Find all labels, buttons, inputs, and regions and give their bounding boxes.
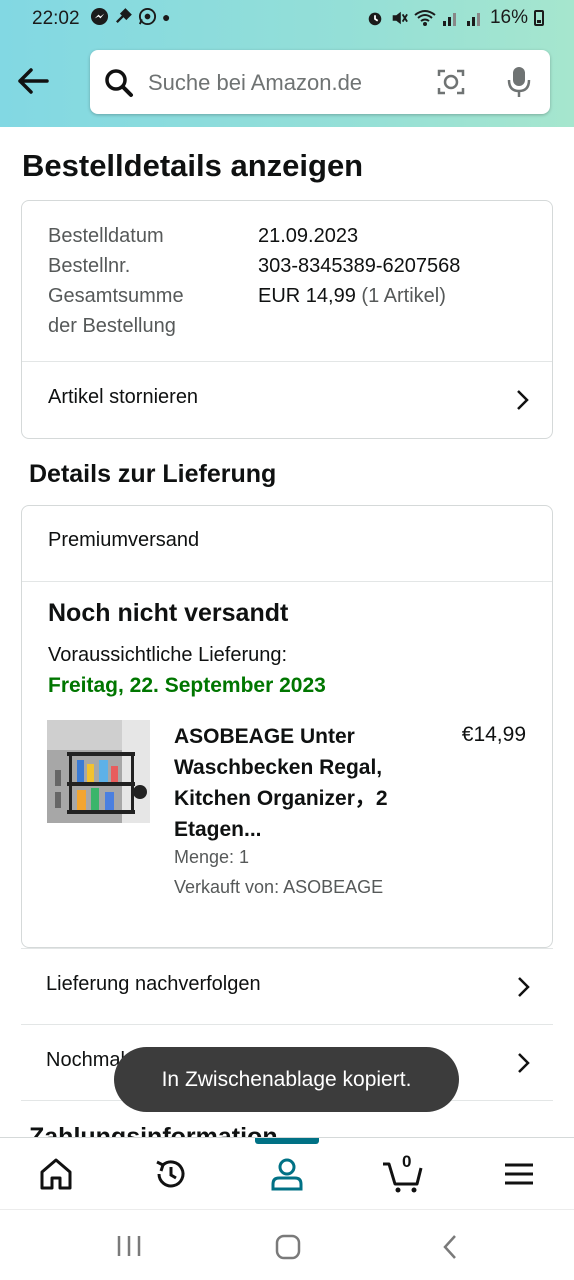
status-bar: 22:02 ● 16% <box>0 0 574 38</box>
camera-search-icon[interactable] <box>436 67 466 102</box>
status-right-icons: 16% <box>366 7 544 29</box>
clipboard-toast: In Zwischenablage kopiert. <box>114 1047 459 1112</box>
cancel-items-label: Artikel stornieren <box>48 386 199 408</box>
order-total-label-line1: Gesamtsumme <box>48 285 184 307</box>
system-navigation <box>0 1209 574 1280</box>
recent-apps-icon[interactable] <box>114 1233 144 1259</box>
microphone-icon[interactable] <box>504 65 534 104</box>
nav-account[interactable] <box>267 1154 307 1194</box>
nav-menu[interactable] <box>499 1154 539 1194</box>
search-bar[interactable]: Suche bei Amazon.de <box>90 50 550 114</box>
home-icon <box>40 1158 72 1190</box>
chevron-right-icon <box>518 1053 530 1073</box>
cancel-items-row[interactable]: Artikel stornieren <box>22 362 552 439</box>
menu-icon <box>505 1163 533 1185</box>
system-back-icon[interactable] <box>438 1233 462 1261</box>
expected-delivery-date: Freitag, 22. September 2023 <box>48 674 326 697</box>
order-total-label-line2: der Bestellung <box>48 315 176 337</box>
bottom-navigation: 0 <box>0 1137 574 1209</box>
whatsapp-icon <box>138 7 157 26</box>
back-button[interactable] <box>14 62 54 102</box>
page-title: Bestelldetails anzeigen <box>22 148 364 183</box>
history-icon <box>156 1160 185 1188</box>
home-button-icon[interactable] <box>274 1233 302 1261</box>
battery-percent: 16% <box>489 7 528 28</box>
track-delivery-row[interactable]: Lieferung nachverfolgen <box>21 948 553 1024</box>
notification-icons: ● <box>90 7 170 26</box>
expected-delivery-label: Voraussichtliche Lieferung: <box>48 644 288 666</box>
product-title-link[interactable]: ASOBEAGE Unter Waschbecken Regal, Kitche… <box>174 721 414 845</box>
delivery-section-title: Details zur Lieferung <box>29 460 277 488</box>
mute-icon <box>392 11 408 25</box>
app-header: 22:02 ● 16% Suche bei Amazon.de <box>0 0 574 127</box>
product-seller: Verkauft von: ASOBEAGE <box>174 877 384 897</box>
shipment-status: Noch nicht versandt <box>48 599 289 627</box>
product-price: €14,99 <box>461 723 526 746</box>
signal-icon <box>442 13 456 26</box>
order-date-label: Bestelldatum <box>48 225 164 247</box>
search-icon <box>104 68 134 103</box>
delivery-card: Premiumversand Noch nicht versandt Vorau… <box>21 505 553 948</box>
chevron-right-icon <box>518 977 530 997</box>
order-item-count: (1 Artikel) <box>361 285 446 307</box>
nav-cart[interactable]: 0 <box>381 1152 425 1194</box>
product-image[interactable] <box>47 720 150 823</box>
tools-icon <box>116 8 132 24</box>
nav-buy-again[interactable] <box>151 1154 191 1194</box>
account-icon <box>271 1158 303 1191</box>
product-quantity: Menge: 1 <box>174 847 250 867</box>
signal-icon-2 <box>466 13 480 26</box>
messenger-icon <box>90 7 109 26</box>
payment-section-title: Zahlungsinformation <box>29 1123 278 1138</box>
order-number-value[interactable]: 303-8345389-6207568 <box>258 251 460 281</box>
order-total-amount: EUR 14,99 <box>258 285 356 307</box>
active-tab-indicator <box>255 1138 319 1144</box>
more-notifications-dot: ● <box>162 8 171 25</box>
order-number-label: Bestellnr. <box>48 255 131 277</box>
order-summary-card: Bestelldatum 21.09.2023 Bestellnr. 303-8… <box>21 200 553 439</box>
battery-icon <box>534 10 544 26</box>
search-input[interactable]: Suche bei Amazon.de <box>148 70 362 96</box>
back-arrow-icon <box>18 68 49 94</box>
alarm-icon <box>368 12 382 26</box>
status-time: 22:02 <box>32 8 80 29</box>
order-total-value: EUR 14,99 (1 Artikel) <box>258 281 446 311</box>
chevron-right-icon <box>517 390 529 410</box>
wifi-icon <box>414 10 436 26</box>
track-delivery-label: Lieferung nachverfolgen <box>46 973 261 995</box>
divider <box>22 581 552 582</box>
order-date-value: 21.09.2023 <box>258 225 359 247</box>
cart-count: 0 <box>402 1152 412 1171</box>
nav-home[interactable] <box>36 1154 76 1194</box>
shipping-method: Premiumversand <box>48 529 200 551</box>
